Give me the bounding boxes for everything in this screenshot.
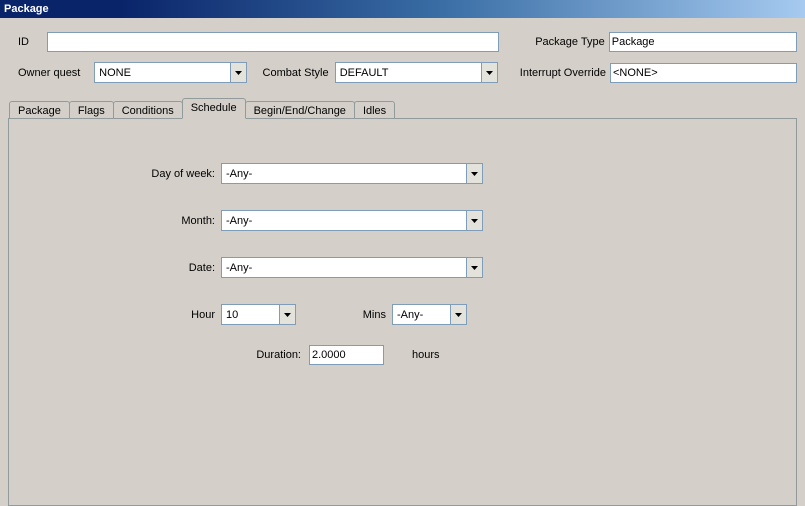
package-type-input[interactable] bbox=[609, 32, 797, 52]
window-title: Package bbox=[4, 3, 49, 15]
chevron-down-icon[interactable] bbox=[450, 305, 466, 324]
mins-label: Mins bbox=[322, 309, 392, 321]
top-panel: ID Package Type Owner quest NONE Combat … bbox=[0, 18, 805, 97]
day-of-week-value: -Any- bbox=[222, 168, 466, 180]
interrupt-override-label: Interrupt Override bbox=[516, 67, 610, 79]
package-type-label: Package Type bbox=[533, 36, 609, 48]
tab-package[interactable]: Package bbox=[9, 101, 70, 119]
month-value: -Any- bbox=[222, 215, 466, 227]
mins-value: -Any- bbox=[393, 309, 450, 321]
tab-schedule[interactable]: Schedule bbox=[182, 98, 246, 119]
tab-begin-end-change[interactable]: Begin/End/Change bbox=[245, 101, 355, 119]
mins-combo[interactable]: -Any- bbox=[392, 304, 467, 325]
month-combo[interactable]: -Any- bbox=[221, 210, 483, 231]
chevron-down-icon[interactable] bbox=[279, 305, 295, 324]
id-label: ID bbox=[18, 36, 47, 48]
date-value: -Any- bbox=[222, 262, 466, 274]
tabstrip: Package Flags Conditions Schedule Begin/… bbox=[9, 97, 797, 118]
date-label: Date: bbox=[9, 262, 221, 274]
chevron-down-icon[interactable] bbox=[230, 63, 246, 82]
tab-conditions[interactable]: Conditions bbox=[113, 101, 183, 119]
hour-value: 10 bbox=[222, 309, 279, 321]
chevron-down-icon[interactable] bbox=[466, 258, 482, 277]
id-input[interactable] bbox=[47, 32, 499, 52]
hour-combo[interactable]: 10 bbox=[221, 304, 296, 325]
chevron-down-icon[interactable] bbox=[466, 164, 482, 183]
duration-suffix: hours bbox=[412, 349, 440, 361]
combat-style-combo[interactable]: DEFAULT bbox=[335, 62, 498, 83]
owner-quest-combo[interactable]: NONE bbox=[94, 62, 246, 83]
combat-style-label: Combat Style bbox=[263, 67, 335, 79]
owner-quest-label: Owner quest bbox=[18, 67, 94, 79]
day-of-week-combo[interactable]: -Any- bbox=[221, 163, 483, 184]
duration-input[interactable] bbox=[309, 345, 384, 365]
combat-style-value: DEFAULT bbox=[336, 67, 481, 79]
interrupt-override-input[interactable] bbox=[610, 63, 797, 83]
month-label: Month: bbox=[9, 215, 221, 227]
owner-quest-value: NONE bbox=[95, 67, 229, 79]
tabs-wrap: Package Flags Conditions Schedule Begin/… bbox=[8, 97, 797, 506]
day-of-week-label: Day of week: bbox=[9, 168, 221, 180]
duration-label: Duration: bbox=[9, 349, 309, 361]
tab-idles[interactable]: Idles bbox=[354, 101, 395, 119]
chevron-down-icon[interactable] bbox=[481, 63, 497, 82]
tab-flags[interactable]: Flags bbox=[69, 101, 114, 119]
window-titlebar: Package bbox=[0, 0, 805, 18]
hour-label: Hour bbox=[9, 309, 221, 321]
chevron-down-icon[interactable] bbox=[466, 211, 482, 230]
tabpage-schedule: Day of week: -Any- Month: -Any- bbox=[8, 118, 797, 506]
date-combo[interactable]: -Any- bbox=[221, 257, 483, 278]
